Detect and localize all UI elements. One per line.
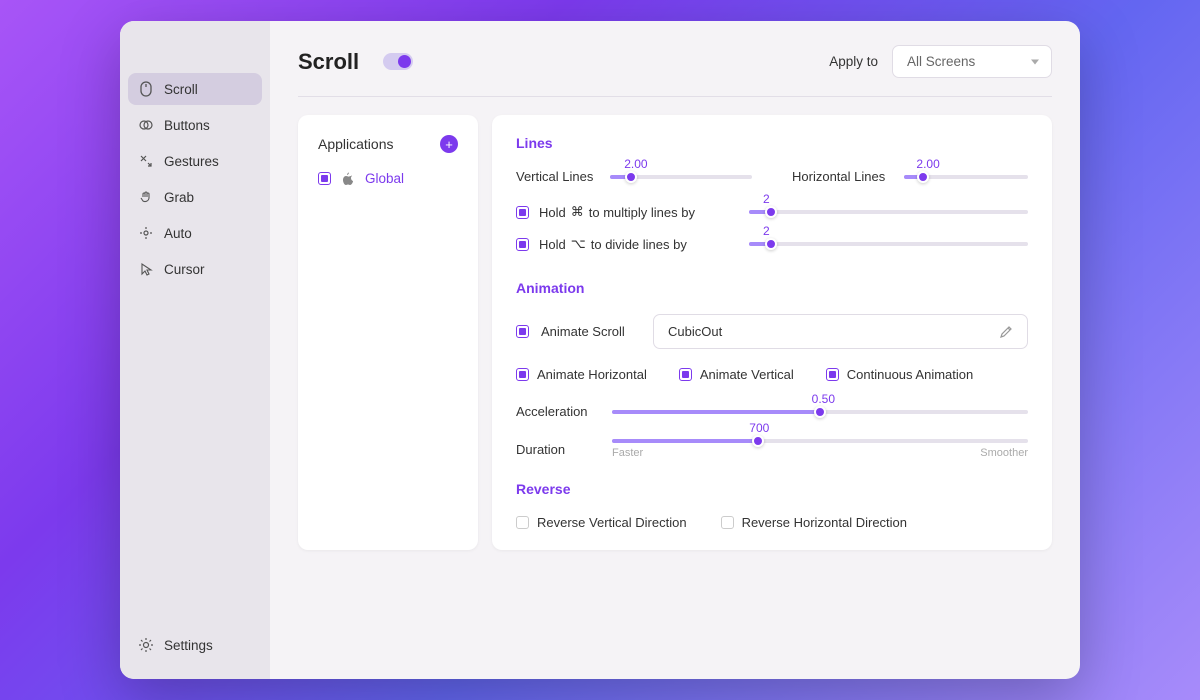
applications-panel: Applications + Global: [298, 115, 478, 550]
sidebar: Scroll Buttons Gestures Grab: [120, 21, 270, 679]
app-checkbox[interactable]: [318, 172, 331, 185]
sidebar-item-buttons[interactable]: Buttons: [128, 109, 262, 141]
applications-title: Applications: [318, 136, 394, 152]
animate-horizontal-checkbox[interactable]: [516, 368, 529, 381]
smoother-hint: Smoother: [980, 447, 1028, 459]
sidebar-item-label: Cursor: [164, 262, 205, 277]
gesture-icon: [138, 153, 154, 169]
vertical-lines-label: Vertical Lines: [516, 169, 598, 184]
continuous-animation-checkbox[interactable]: [826, 368, 839, 381]
auto-icon: [138, 225, 154, 241]
sidebar-item-label: Buttons: [164, 118, 210, 133]
main-content: Scroll Apply to All Screens Applications…: [270, 21, 1080, 679]
sidebar-item-gestures[interactable]: Gestures: [128, 145, 262, 177]
divide-value: 2: [763, 224, 770, 238]
acceleration-slider[interactable]: [612, 410, 1028, 414]
animate-horizontal-option[interactable]: Animate Horizontal: [516, 367, 647, 382]
reverse-vertical-option[interactable]: Reverse Vertical Direction: [516, 515, 687, 530]
divide-label: Hold ⌥ to divide lines by: [539, 236, 739, 252]
sidebar-item-grab[interactable]: Grab: [128, 181, 262, 213]
scroll-enable-toggle[interactable]: [383, 53, 413, 70]
vertical-lines-slider[interactable]: [610, 175, 752, 179]
command-key-icon: ⌘: [571, 204, 584, 220]
multiply-checkbox[interactable]: [516, 206, 529, 219]
sidebar-item-label: Grab: [164, 190, 194, 205]
option-key-icon: ⌥: [571, 236, 586, 252]
animate-vertical-checkbox[interactable]: [679, 368, 692, 381]
app-item-global[interactable]: Global: [318, 171, 458, 186]
apply-to-value: All Screens: [907, 54, 975, 69]
divide-checkbox[interactable]: [516, 238, 529, 251]
animate-horizontal-label: Animate Horizontal: [537, 367, 647, 382]
add-application-button[interactable]: +: [440, 135, 458, 153]
reverse-horizontal-checkbox[interactable]: [721, 516, 734, 529]
easing-value: CubicOut: [668, 324, 722, 339]
sidebar-item-scroll[interactable]: Scroll: [128, 73, 262, 105]
apple-icon: [341, 172, 355, 186]
continuous-animation-option[interactable]: Continuous Animation: [826, 367, 973, 382]
divide-slider[interactable]: [749, 242, 1028, 246]
easing-select[interactable]: CubicOut: [653, 314, 1028, 349]
vertical-lines-value: 2.00: [624, 157, 647, 171]
duration-slider[interactable]: [612, 439, 1028, 443]
app-window: Scroll Buttons Gestures Grab: [120, 21, 1080, 679]
page-title: Scroll: [298, 49, 359, 75]
apply-to-select[interactable]: All Screens: [892, 45, 1052, 78]
settings-panel: Lines Vertical Lines 2.00 Hor: [492, 115, 1052, 550]
horizontal-lines-slider[interactable]: [904, 175, 1028, 179]
reverse-vertical-label: Reverse Vertical Direction: [537, 515, 687, 530]
hand-icon: [138, 189, 154, 205]
reverse-horizontal-option[interactable]: Reverse Horizontal Direction: [721, 515, 907, 530]
apply-to-label: Apply to: [829, 54, 878, 69]
duration-value: 700: [749, 421, 769, 435]
multiply-value: 2: [763, 192, 770, 206]
pencil-icon: [999, 325, 1013, 339]
header: Scroll Apply to All Screens: [298, 45, 1052, 97]
app-name: Global: [365, 171, 404, 186]
mouse-icon: [138, 81, 154, 97]
acceleration-value: 0.50: [812, 392, 835, 406]
sidebar-item-label: Auto: [164, 226, 192, 241]
sidebar-item-label: Scroll: [164, 82, 198, 97]
reverse-vertical-checkbox[interactable]: [516, 516, 529, 529]
animate-vertical-option[interactable]: Animate Vertical: [679, 367, 794, 382]
sidebar-item-label: Settings: [164, 638, 213, 653]
sidebar-item-label: Gestures: [164, 154, 219, 169]
reverse-horizontal-label: Reverse Horizontal Direction: [742, 515, 907, 530]
animate-vertical-label: Animate Vertical: [700, 367, 794, 382]
horizontal-lines-value: 2.00: [916, 157, 939, 171]
gear-icon: [138, 637, 154, 653]
reverse-section-title: Reverse: [516, 481, 1028, 497]
multiply-slider[interactable]: [749, 210, 1028, 214]
horizontal-lines-label: Horizontal Lines: [792, 169, 892, 184]
continuous-animation-label: Continuous Animation: [847, 367, 973, 382]
animate-scroll-label: Animate Scroll: [541, 324, 641, 339]
sidebar-item-cursor[interactable]: Cursor: [128, 253, 262, 285]
duration-label: Duration: [516, 442, 592, 457]
sidebar-item-settings[interactable]: Settings: [128, 629, 262, 661]
lines-section-title: Lines: [516, 135, 1028, 151]
multiply-label: Hold ⌘ to multiply lines by: [539, 204, 739, 220]
sidebar-item-auto[interactable]: Auto: [128, 217, 262, 249]
animation-section-title: Animation: [516, 280, 1028, 296]
circles-icon: [138, 117, 154, 133]
faster-hint: Faster: [612, 447, 643, 459]
cursor-icon: [138, 261, 154, 277]
animate-scroll-checkbox[interactable]: [516, 325, 529, 338]
horizontal-lines-group: Horizontal Lines 2.00: [792, 169, 1028, 184]
acceleration-label: Acceleration: [516, 404, 592, 419]
vertical-lines-group: Vertical Lines 2.00: [516, 169, 752, 184]
